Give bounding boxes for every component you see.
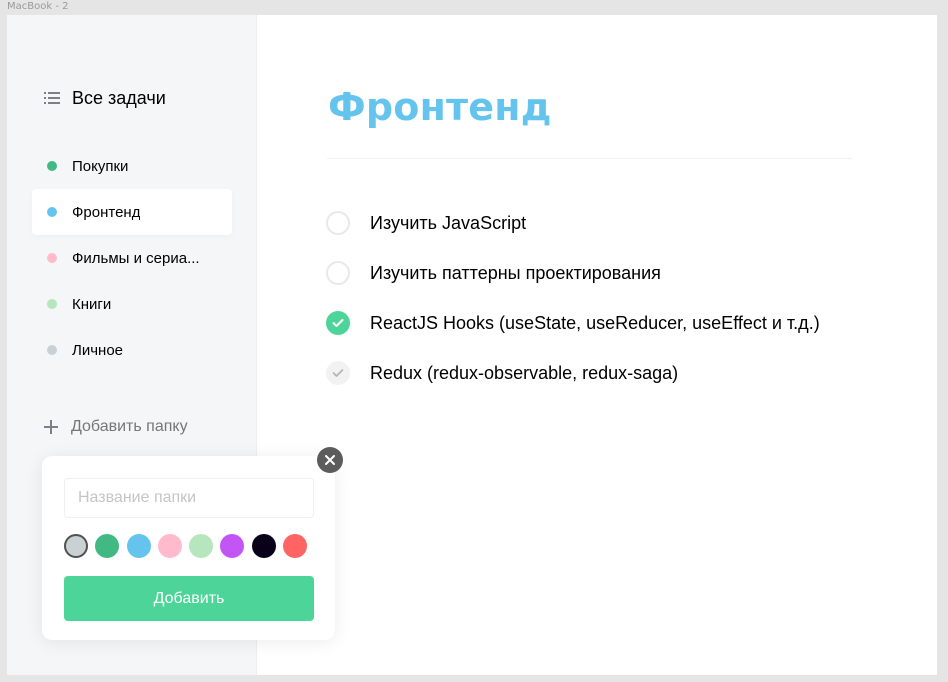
task-label: Redux (redux-observable, redux-saga) [370,362,679,383]
folder-label: Фронтенд [72,203,141,221]
page-title[interactable]: Фронтенд [328,85,552,129]
color-swatch-blue[interactable] [126,534,151,558]
task-checkbox[interactable] [326,361,350,385]
task-item: ReactJS Hooks (useState, useReducer, use… [326,298,820,348]
sidebar-item-frontend[interactable]: Фронтенд [32,189,232,235]
check-icon [332,319,344,327]
folder-label: Книги [72,295,112,313]
task-checkbox[interactable] [326,211,350,235]
folder-color-dot [47,161,57,171]
folder-color-dot [47,207,57,217]
all-tasks-label: Все задачи [72,87,166,108]
check-icon [332,369,344,377]
color-swatch-grey[interactable] [64,534,88,558]
sidebar-item-shopping[interactable]: Покупки [32,143,232,189]
task-item: Изучить JavaScript [326,198,820,248]
add-folder-label: Добавить папку [71,418,188,435]
folder-color-dot [47,299,57,309]
plus-icon [44,420,58,434]
main-content: Фронтенд Изучить JavaScript Изучить патт… [257,15,937,675]
folder-label: Личное [72,341,124,359]
folder-list: Покупки Фронтенд Фильмы и сериа... Книги… [32,143,232,373]
folder-label: Фильмы и сериа... [72,249,200,267]
add-folder-button[interactable]: Добавить папку [44,418,188,436]
color-swatch-pink[interactable] [157,534,182,558]
task-label: ReactJS Hooks (useState, useReducer, use… [370,312,820,333]
all-tasks-item[interactable]: Все задачи [44,87,166,109]
sidebar-item-personal[interactable]: Личное [32,327,232,373]
task-item: Изучить паттерны проектирования [326,248,820,298]
title-divider [327,158,852,159]
task-label: Изучить JavaScript [370,212,527,233]
sidebar-item-movies[interactable]: Фильмы и сериа... [32,235,232,281]
folder-color-dot [47,345,57,355]
task-item: Redux (redux-observable, redux-saga) [326,348,820,398]
app-window: Все задачи Покупки Фронтенд Фильмы и сер… [7,15,937,675]
folder-label: Покупки [72,157,129,175]
sidebar-item-books[interactable]: Книги [32,281,232,327]
task-list: Изучить JavaScript Изучить паттерны прое… [326,198,820,398]
color-swatch-purple[interactable] [220,534,245,558]
color-swatch-light-green[interactable] [189,534,214,558]
task-checkbox[interactable] [326,261,350,285]
task-label: Изучить паттерны проектирования [370,262,661,283]
task-checkbox[interactable] [326,311,350,335]
color-swatch-green[interactable] [95,534,120,558]
frame-label: MacBook - 2 [7,1,69,12]
folder-color-dot [47,253,57,263]
list-icon [44,92,60,104]
